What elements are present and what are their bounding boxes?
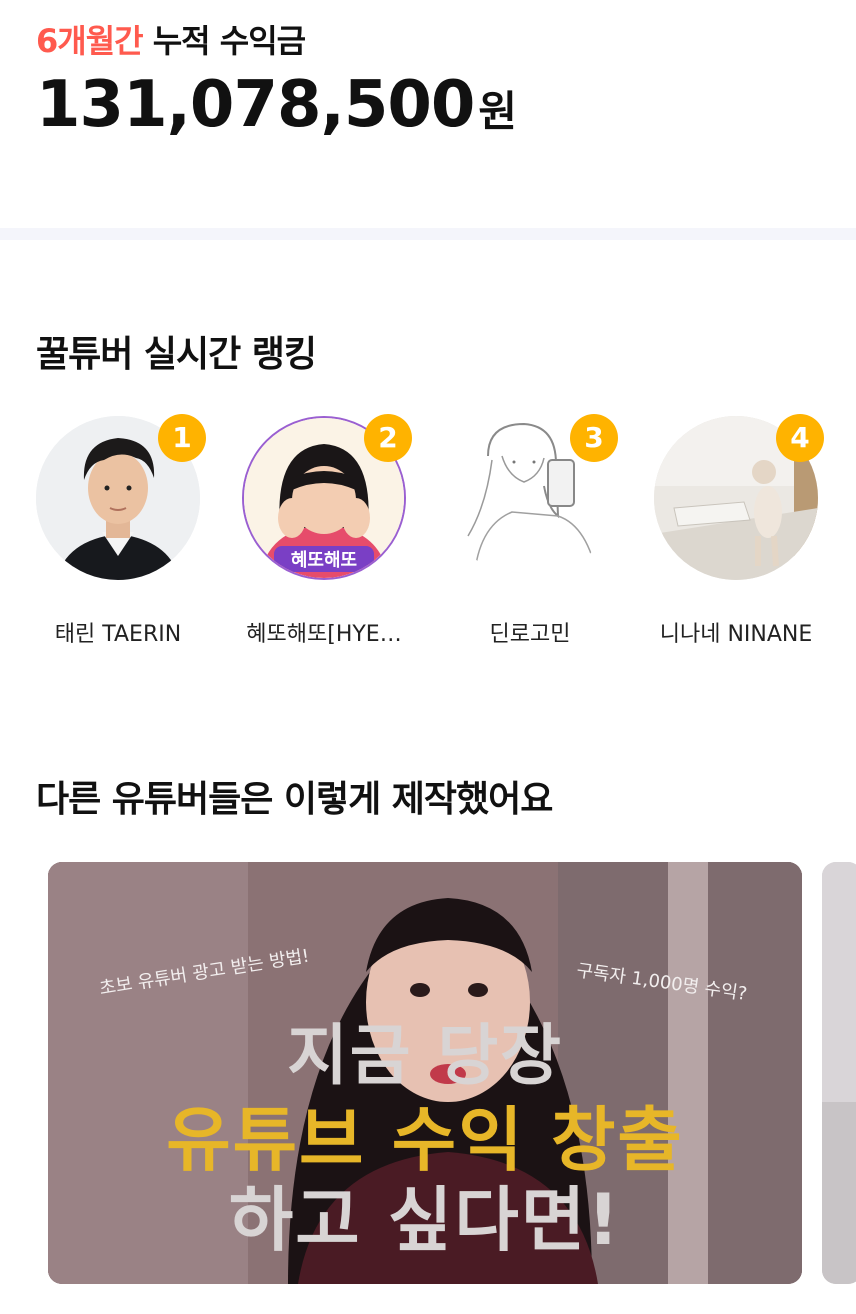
ranking-item-name: 딘로고민 bbox=[489, 622, 571, 647]
section-divider bbox=[0, 228, 856, 240]
earnings-amount: 131,078,500원 bbox=[36, 68, 517, 142]
ranking-item-2[interactable]: 혜또해또 2 혜또해또[HYE… bbox=[224, 410, 424, 650]
video-thumbnail-card[interactable]: 초보 유튜버 광고 받는 방법! 구독자 1,000명 수익? 지금 당장 유튜… bbox=[48, 862, 802, 1284]
ranking-item-1[interactable]: 1 태린 TAERIN bbox=[18, 410, 218, 650]
earnings-label: 6개월간 누적 수익금 bbox=[36, 16, 306, 62]
ranking-list: 1 태린 TAERIN 혜또해또 2 혜또해또[HYE… 3 딘로고민 4 니나… bbox=[0, 410, 856, 650]
earnings-label-text: 누적 수익금 bbox=[152, 22, 306, 60]
rank-badge: 3 bbox=[570, 414, 618, 462]
next-video-thumbnail-card[interactable] bbox=[822, 862, 856, 1284]
showcase-title: 다른 유튜버들은 이렇게 제작했어요 bbox=[36, 779, 553, 820]
earnings-summary: 6개월간 누적 수익금 131,078,500원 bbox=[0, 0, 856, 228]
ranking-item-4[interactable]: 4 니나네 NINANE bbox=[636, 410, 836, 650]
ranking-item-3[interactable]: 3 딘로고민 bbox=[430, 410, 630, 650]
ranking-item-name: 니나네 NINANE bbox=[659, 622, 813, 647]
thumbnail-headline-3: 하고 싶다면! bbox=[228, 1179, 622, 1261]
next-video-thumbnail-image bbox=[822, 862, 856, 1284]
rank-badge: 4 bbox=[776, 414, 824, 462]
earnings-period: 6개월간 bbox=[36, 22, 144, 60]
ranking-item-name: 혜또해또[HYE… bbox=[246, 622, 402, 647]
rank-badge: 1 bbox=[158, 414, 206, 462]
rank-badge: 2 bbox=[364, 414, 412, 462]
earnings-amount-value: 131,078,500 bbox=[36, 68, 475, 142]
ranking-item-name: 태린 TAERIN bbox=[54, 622, 182, 647]
earnings-amount-unit: 원 bbox=[478, 87, 517, 136]
ranking-title: 꿀튜버 실시간 랭킹 bbox=[36, 334, 317, 375]
avatar-logo-text: 혜또해또 bbox=[291, 550, 357, 571]
